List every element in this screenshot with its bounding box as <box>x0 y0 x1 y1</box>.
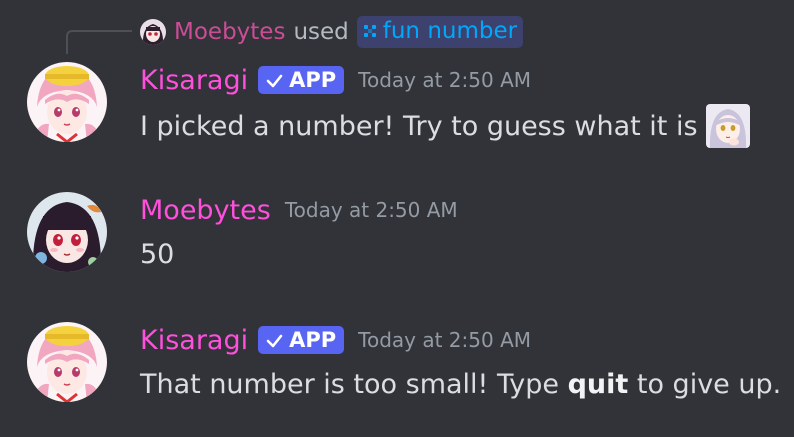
command-reply-context: Moebytes used fun number <box>140 14 524 50</box>
message-username[interactable]: Kisaragi <box>140 325 248 356</box>
message-header: Kisaragi APP Today at 2:50 AM <box>140 62 531 98</box>
moebytes-avatar-icon[interactable] <box>27 192 107 272</box>
message-text-bold: quit <box>567 368 629 400</box>
thinking-anime-girl-emoji-icon[interactable] <box>705 104 750 148</box>
check-icon <box>266 74 283 87</box>
kisaragi-avatar-icon[interactable] <box>27 322 107 402</box>
slash-command-icon <box>363 25 376 37</box>
reply-connector-line <box>66 30 132 54</box>
message-text: 50 <box>140 238 175 270</box>
message-text: I picked a number! Try to guess what it … <box>140 110 698 142</box>
message-timestamp[interactable]: Today at 2:50 AM <box>358 328 531 352</box>
check-icon <box>266 334 283 347</box>
message-text-before: That number is too small! Type <box>140 368 568 400</box>
message-username[interactable]: Kisaragi <box>140 65 248 96</box>
message-username[interactable]: Moebytes <box>140 195 271 226</box>
kisaragi-avatar-icon[interactable] <box>27 62 107 142</box>
message-text-after: to give up. <box>628 368 782 400</box>
message-header: Kisaragi APP Today at 2:50 AM <box>140 322 531 358</box>
message-timestamp[interactable]: Today at 2:50 AM <box>358 68 531 92</box>
message-content: 50 <box>140 236 174 272</box>
app-badge-label: APP <box>289 68 337 92</box>
slash-command-name: fun number <box>382 18 518 44</box>
app-badge: APP <box>258 326 345 354</box>
reply-username[interactable]: Moebytes <box>174 19 285 45</box>
moebytes-mini-avatar-icon[interactable] <box>140 19 166 45</box>
message-content: I picked a number! Try to guess what it … <box>140 104 750 148</box>
app-badge: APP <box>258 66 345 94</box>
message-header: Moebytes Today at 2:50 AM <box>140 192 458 228</box>
slash-command-chip[interactable]: fun number <box>356 16 524 48</box>
message-timestamp[interactable]: Today at 2:50 AM <box>285 198 458 222</box>
message-content: That number is too small! Type quit to g… <box>140 366 781 402</box>
reply-used-label: used <box>293 19 349 45</box>
app-badge-label: APP <box>289 328 337 352</box>
